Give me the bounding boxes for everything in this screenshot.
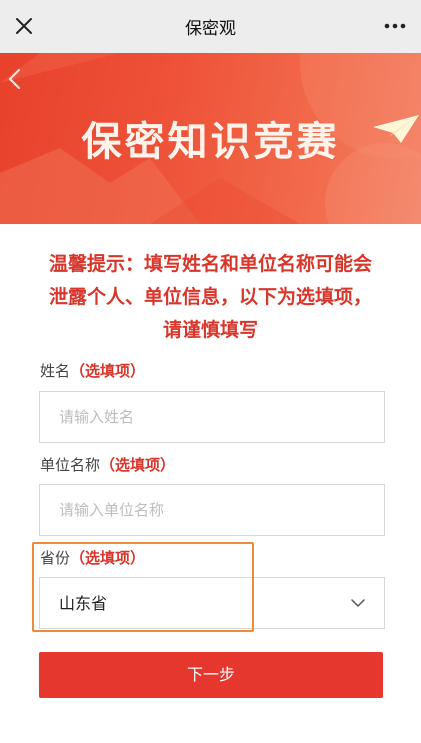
notice-line: 泄露个人、单位信息，以下为选填项， bbox=[48, 286, 372, 308]
province-value: 山东省 bbox=[59, 594, 108, 613]
next-button[interactable]: 下一步 bbox=[39, 652, 383, 698]
banner: 保密知识竞赛 bbox=[0, 53, 421, 224]
notice-line: 请谨慎填写 bbox=[162, 319, 258, 341]
optional-tag: （选填项） bbox=[70, 549, 146, 567]
province-label: 省份（选填项） bbox=[40, 547, 145, 568]
optional-tag: （选填项） bbox=[100, 456, 176, 474]
chevron-left-icon[interactable] bbox=[4, 65, 26, 93]
unit-input[interactable] bbox=[40, 485, 384, 535]
more-icon[interactable] bbox=[381, 14, 409, 38]
name-label: 姓名（选填项） bbox=[40, 360, 145, 381]
unit-field-box bbox=[39, 484, 385, 536]
province-label-text: 省份 bbox=[40, 549, 71, 567]
unit-label: 单位名称（选填项） bbox=[40, 454, 175, 475]
unit-label-text: 单位名称 bbox=[40, 456, 101, 474]
privacy-notice: 温馨提示：填写姓名和单位名称可能会 泄露个人、单位信息，以下为选填项， 请谨慎填… bbox=[18, 248, 403, 347]
optional-tag: （选填项） bbox=[70, 362, 146, 380]
province-select[interactable]: 山东省 bbox=[39, 577, 385, 629]
name-field-box bbox=[39, 391, 385, 443]
name-label-text: 姓名 bbox=[40, 362, 71, 380]
chevron-down-icon bbox=[351, 599, 365, 607]
notice-line: 温馨提示：填写姓名和单位名称可能会 bbox=[48, 253, 372, 275]
page-title: 保密观 bbox=[185, 19, 236, 39]
banner-title: 保密知识竞赛 bbox=[81, 118, 340, 165]
name-input[interactable] bbox=[40, 392, 384, 442]
nav-bar: 保密观 bbox=[0, 0, 421, 53]
